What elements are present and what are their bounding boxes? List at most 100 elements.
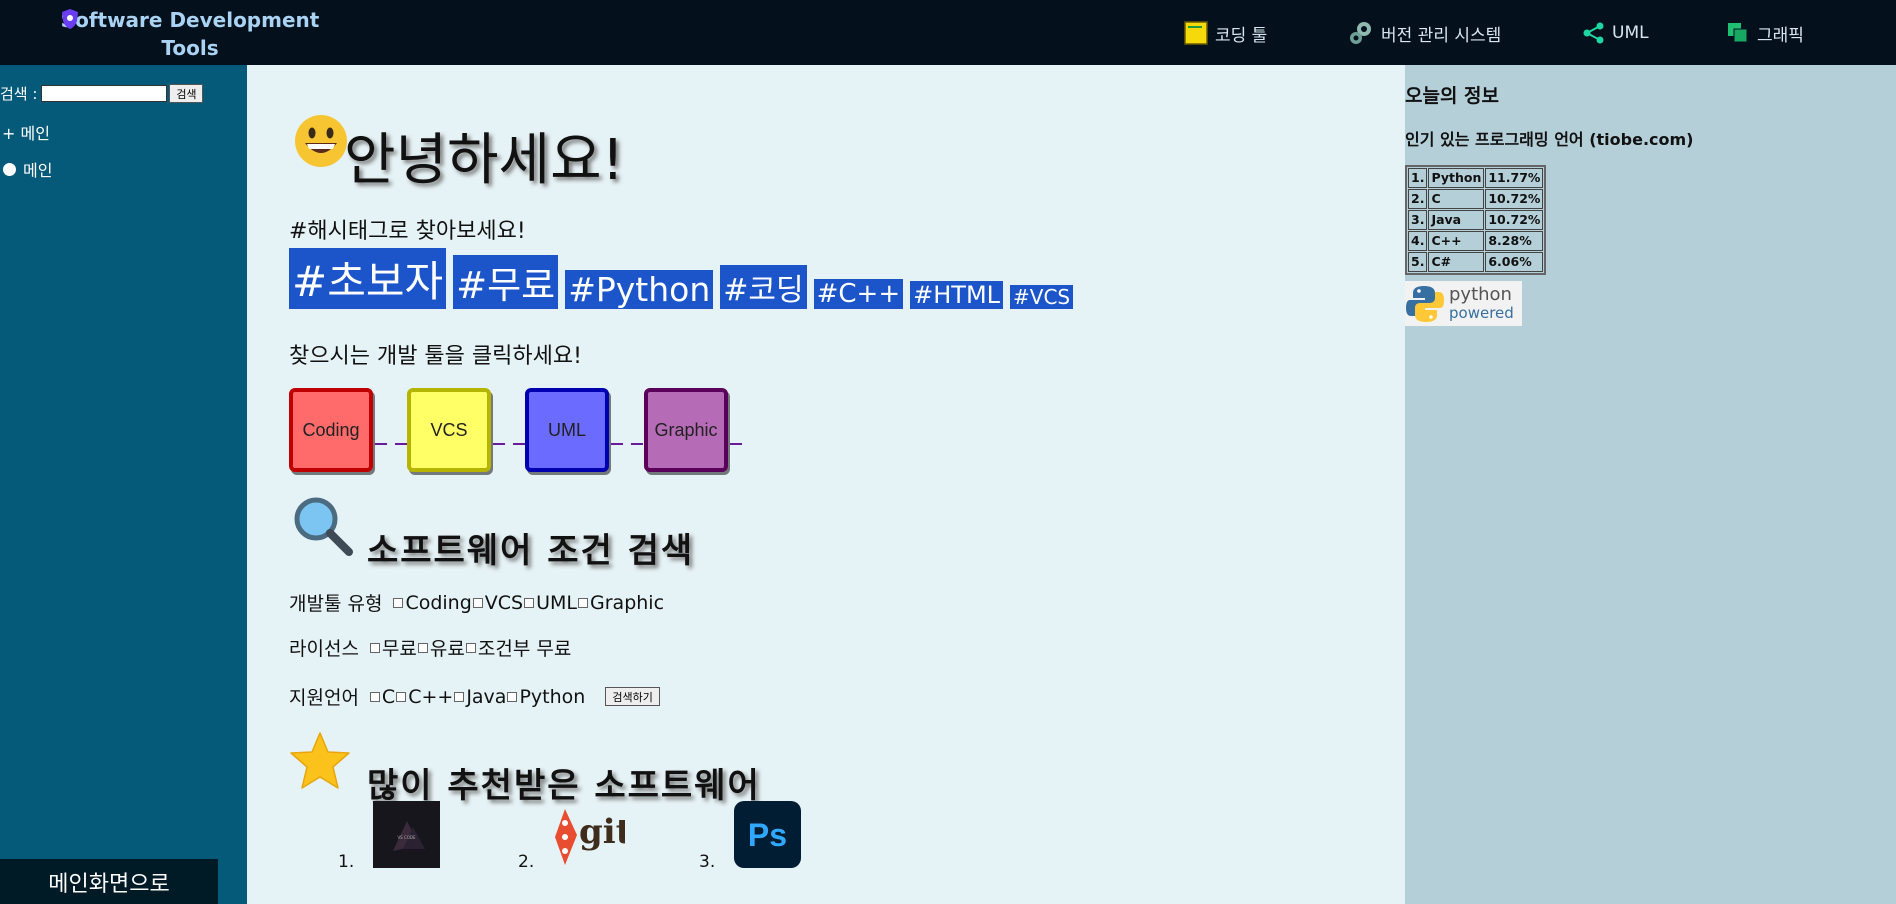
coding-tool-button[interactable]: Coding [289,388,373,472]
tag-html[interactable]: #HTML [910,281,1004,309]
git-logo-image: git [555,809,632,865]
cubes-icon [1728,23,1748,43]
bullet-icon [3,162,16,176]
home-button[interactable]: 메인화면으로 [0,859,218,904]
ranking-row: 1. Python 11.77% [1408,168,1544,188]
option-label: 무료 [381,638,417,660]
notepad-icon [1184,21,1208,45]
magnifier-icon [294,497,353,556]
badge-line-1: python [1449,283,1512,305]
connector-line [631,443,643,445]
filter-search-button[interactable]: 검색하기 [605,687,660,706]
reco-number: 3. [699,852,716,872]
connector-line [730,443,742,445]
rank-cell: 1. [1408,168,1428,188]
connector-line [493,443,505,445]
condition-search-heading: 소프트웨어 조건 검색 [367,531,695,571]
tag-coding[interactable]: #코딩 [720,265,807,309]
python-logo-icon [1406,285,1444,322]
greeting-heading: 안녕하세요! [344,128,625,193]
star-icon [290,732,350,789]
git-logo[interactable]: git [553,803,632,869]
badge-line-2: powered [1449,303,1514,322]
connector-line [395,443,407,445]
checkbox-graphic[interactable] [578,597,589,608]
main-content: 안녕하세요! #해시태그로 찾아보세요! #초보자 #무료 #Python #코… [247,65,1405,904]
nav-coding-tools[interactable]: 코딩 툴 [1184,18,1267,48]
nav-uml[interactable]: UML [1583,18,1649,48]
checkbox-vcs[interactable] [472,597,483,608]
option-label: C [381,685,396,708]
tag-cpp[interactable]: #C++ [813,279,904,309]
filter-label: 라이선스 [289,638,359,660]
language-cell: C++ [1428,231,1485,251]
vcs-tool-button[interactable]: VCS [407,388,491,472]
ranking-row: 4. C++ 8.28% [1408,231,1544,251]
nav-label: 그래픽 [1757,25,1804,46]
search-button[interactable]: 검색 [169,84,204,103]
top-header: Software Development Tools 코딩 툴 버전 관리 시스… [0,0,1896,65]
shield-logo-icon [62,9,78,29]
checkbox-c[interactable] [369,691,380,702]
share-cell: 8.28% [1485,231,1544,251]
filter-label: 개발툴 유형 [289,593,383,615]
checkbox-coding[interactable] [393,597,404,608]
diagram-icon [1583,22,1604,44]
search-label: 검색 : [0,85,38,103]
tag-python[interactable]: #Python [565,270,714,309]
graphic-tool-button[interactable]: Graphic [644,388,728,472]
language-cell: Python [1428,168,1485,188]
share-cell: 10.72% [1485,189,1544,209]
search-input[interactable] [41,85,168,102]
gears-icon [1350,22,1371,44]
sidebar-item-label: 메인 [23,161,53,180]
photoshop-icon: Ps [734,801,801,868]
nav-graphics[interactable]: 그래픽 [1726,18,1804,48]
recommended-heading: 많이 추천받은 소프트웨어 [367,766,761,806]
filter-language: 지원언어 C C++ Java Python 검색하기 [289,683,660,710]
checkbox-cpp[interactable] [396,691,407,702]
connector-line [611,443,623,445]
brand[interactable]: Software Development Tools [55,6,325,62]
python-powered-text: python powered [1449,283,1514,322]
option-label: C++ [408,685,454,708]
vscode-thumbnail[interactable]: VS CODE [373,801,440,868]
option-label: Coding [405,591,472,614]
nav-version-control[interactable]: 버전 관리 시스템 [1348,18,1501,48]
reco-number: 2. [518,852,535,872]
nav-label: UML [1612,23,1649,43]
checkbox-uml[interactable] [524,597,535,608]
language-ranking-subtitle: 인기 있는 프로그래밍 언어 (tiobe.com) [1405,130,1694,149]
checkbox-paid[interactable] [417,642,428,653]
checkbox-python[interactable] [507,691,518,702]
tag-beginner[interactable]: #초보자 [289,248,447,309]
sidebar-search: 검색 : 검색 [0,83,204,104]
language-cell: C [1428,189,1485,209]
checkbox-java[interactable] [454,691,465,702]
share-cell: 6.06% [1485,252,1544,272]
uml-tool-button[interactable]: UML [525,388,609,472]
option-label: 유료 [429,638,465,660]
hashtag-prompt: #해시태그로 찾아보세요! [289,219,526,244]
grinning-face-icon [295,115,347,167]
ranking-row: 5. C# 6.06% [1408,252,1544,272]
rank-cell: 3. [1408,210,1428,230]
sidebar-item-main[interactable]: 메인 [2,157,52,181]
sidebar-item-main-expand[interactable]: + 메인 [2,120,50,144]
checkbox-free[interactable] [369,642,380,653]
option-label: 조건부 무료 [477,638,572,660]
ps-text: Ps [748,817,787,853]
option-label: Java [466,685,507,708]
left-sidebar: 검색 : 검색 + 메인 메인 메인화면으로 [0,65,247,904]
python-powered-badge[interactable]: python powered [1405,281,1522,326]
checkbox-conditional-free[interactable] [465,642,476,653]
option-label: Graphic [590,591,665,614]
site-title: Software Development Tools [60,8,320,60]
ranking-row: 2. C 10.72% [1408,189,1544,209]
tag-free[interactable]: #무료 [453,255,559,309]
right-info-panel: 오늘의 정보 인기 있는 프로그래밍 언어 (tiobe.com) 1. Pyth… [1405,65,1896,904]
photoshop-logo[interactable]: Ps [734,801,801,868]
language-cell: C# [1428,252,1485,272]
tag-vcs[interactable]: #VCS [1010,285,1074,309]
tool-prompt: 찾으시는 개발 툴을 클릭하세요! [289,344,582,369]
